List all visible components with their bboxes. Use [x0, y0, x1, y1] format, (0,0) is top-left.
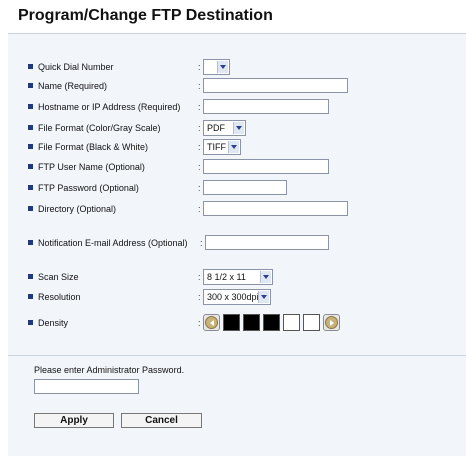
density-step-1[interactable] — [223, 314, 240, 331]
density-steps — [223, 314, 320, 331]
quick-dial-select[interactable] — [203, 59, 230, 75]
file-format-color-select[interactable]: PDF — [203, 120, 246, 136]
admin-password-prompt: Please enter Administrator Password. — [34, 365, 185, 375]
density-decrease-button[interactable] — [203, 314, 220, 331]
density-step-3[interactable] — [263, 314, 280, 331]
density-step-2[interactable] — [243, 314, 260, 331]
density-increase-button[interactable] — [323, 314, 340, 331]
scan-size-select[interactable]: 8 1/2 x 11 — [203, 269, 273, 285]
chevron-down-icon — [217, 61, 228, 73]
ftp-user-input[interactable] — [203, 159, 329, 174]
apply-button[interactable]: Apply — [34, 413, 114, 428]
left-arrow-round-icon — [205, 316, 218, 329]
bullet-icon — [28, 144, 33, 149]
bullet-icon — [28, 64, 33, 69]
name-input[interactable] — [203, 78, 348, 93]
cancel-button[interactable]: Cancel — [121, 413, 202, 428]
density-control — [203, 314, 340, 331]
resolution-select[interactable]: 300 x 300dpi — [203, 289, 271, 305]
chevron-down-icon — [233, 122, 244, 134]
label-quick-dial: Quick Dial Number — [28, 59, 114, 75]
bullet-icon — [28, 320, 33, 325]
page-title: Program/Change FTP Destination — [18, 7, 273, 24]
bullet-icon — [28, 206, 33, 211]
notification-email-input[interactable] — [205, 235, 329, 250]
ftp-password-input[interactable] — [203, 180, 287, 195]
bullet-icon — [28, 104, 33, 109]
file-format-bw-select[interactable]: TIFF — [203, 139, 241, 155]
chevron-down-icon — [260, 271, 271, 283]
density-step-5[interactable] — [303, 314, 320, 331]
admin-password-input[interactable] — [34, 379, 139, 394]
chevron-down-icon — [258, 291, 269, 303]
bullet-icon — [28, 294, 33, 299]
hostname-input[interactable] — [203, 99, 329, 114]
bullet-icon — [28, 274, 33, 279]
density-step-4[interactable] — [283, 314, 300, 331]
divider — [8, 355, 466, 356]
directory-input[interactable] — [203, 201, 348, 216]
bullet-icon — [28, 83, 33, 88]
chevron-down-icon — [228, 141, 239, 153]
right-arrow-round-icon — [325, 316, 338, 329]
bullet-icon — [28, 125, 33, 130]
bullet-icon — [28, 240, 33, 245]
bullet-icon — [28, 164, 33, 169]
bullet-icon — [28, 185, 33, 190]
